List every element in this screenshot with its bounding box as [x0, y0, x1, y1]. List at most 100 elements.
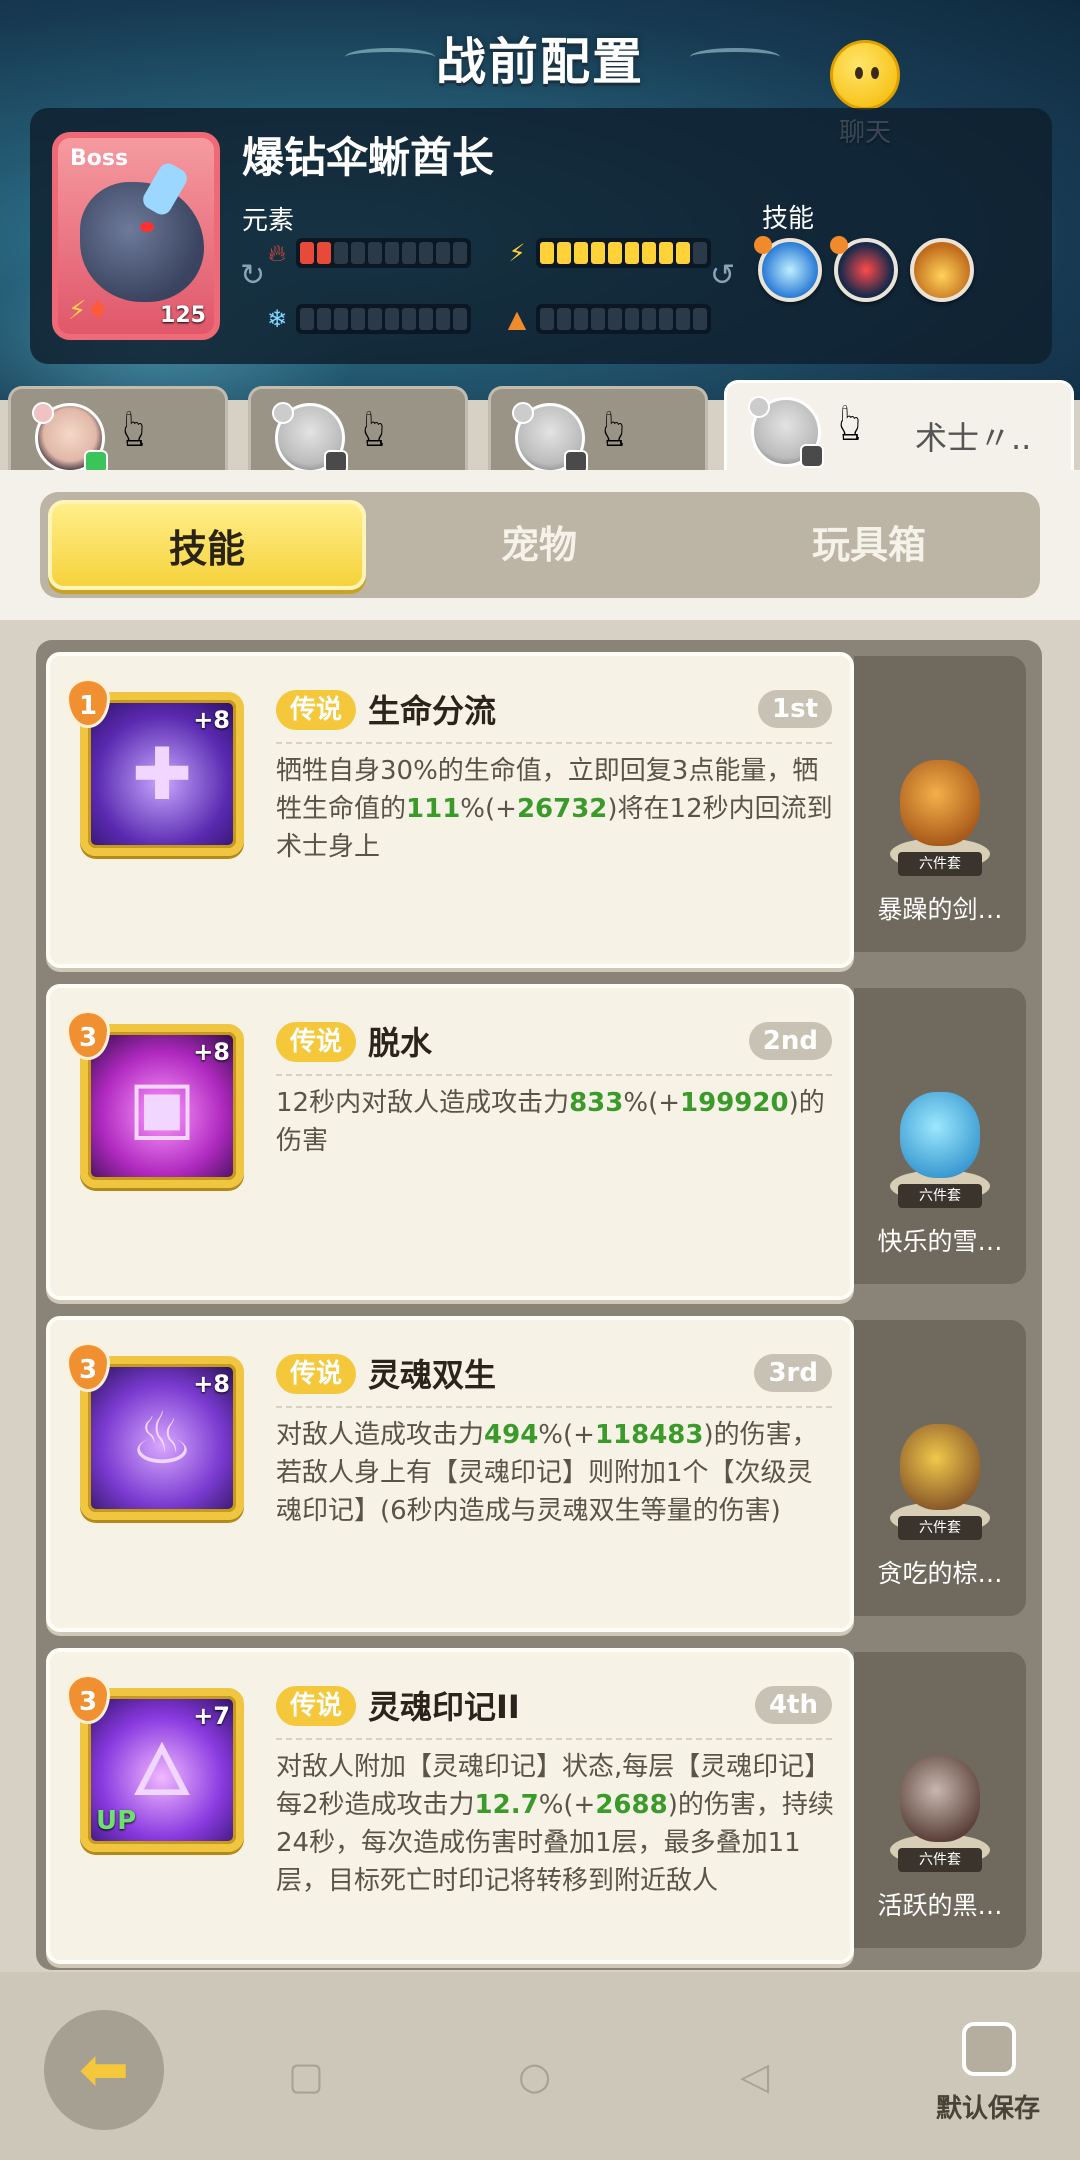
character-tab-4[interactable]: 👆︎ 术士〃.. [724, 380, 1074, 484]
pet-figure: 六件套 [884, 1742, 994, 1872]
element-bar-segment [368, 242, 382, 264]
character-tab-3[interactable]: 👆︎ [488, 386, 708, 482]
boss-info-panel: Boss ⚡♦ 125 爆钻伞蜥酋长 元素 技能 🔥︎ ⚡ ❄ ▲ ↻ ↺ [30, 108, 1052, 364]
element-bar-segment [300, 308, 314, 330]
element-bar-segment [557, 242, 571, 264]
element-bar-segment [368, 308, 382, 330]
boss-skills-label: 技能 [762, 204, 815, 234]
pet-slot[interactable]: 六件套 快乐的雪… [854, 988, 1026, 1284]
skill-card[interactable]: ♨ 3 +8 传说 灵魂双生 3rd 对敌人造成攻击力494%(+118483)… [46, 1316, 854, 1632]
element-bar-segment [351, 308, 365, 330]
tier-badge: 传说 [276, 690, 357, 730]
tab-toybox[interactable]: 玩具箱 [710, 500, 1028, 590]
back-arrow-icon: ⬅ [78, 2035, 130, 2105]
fire-icon: 🔥︎ [268, 239, 286, 267]
default-save-label: 默认保存 [936, 2094, 1041, 2124]
rank-badge: 1st [758, 690, 832, 728]
element-bar-segment [608, 308, 622, 330]
element-bar-segment [300, 242, 314, 264]
element-bar-segment [608, 242, 622, 264]
upgrade-indicator: UP [96, 1806, 137, 1836]
element-bar [536, 304, 711, 334]
nav-home-icon[interactable]: ○ [518, 2054, 551, 2098]
divider [276, 1406, 832, 1408]
rank-badge: 2nd [748, 1022, 832, 1060]
element-bar-segment [676, 242, 690, 264]
element-bar-segment [625, 242, 639, 264]
boss-creature-image [80, 182, 204, 302]
class-badge-icon [32, 402, 54, 424]
pet-figure: 六件套 [884, 1410, 994, 1540]
pet-set-label: 六件套 [898, 1184, 982, 1208]
skill-card[interactable]: 🜂︎ 3 +7 UP 传说 灵魂印记II 4th 对敌人附加【灵魂印记】状态,每… [46, 1648, 854, 1964]
element-lightning-row: ⚡ [504, 238, 711, 268]
boss-skill-crown-icon[interactable] [910, 238, 974, 302]
character-tabs: 👆︎ 👆︎ 👆︎ 👆︎ 术士〃.. [0, 380, 1080, 484]
cycle-arrow-icon: ↻ [240, 258, 266, 293]
skill-title: 灵魂印记II [368, 1688, 520, 1726]
character-tab-2[interactable]: 👆︎ [248, 386, 468, 482]
rank-badge: 3rd [754, 1354, 832, 1392]
element-bar-segment [642, 308, 656, 330]
skill-icon-soul-twin: ♨ 3 +8 [66, 1342, 244, 1520]
pet-set-label: 六件套 [898, 1848, 982, 1872]
class-badge-icon [272, 402, 294, 424]
pet-figure: 六件套 [884, 1078, 994, 1208]
tier-badge: 传说 [276, 1686, 357, 1726]
divider [276, 1738, 832, 1740]
skill-card[interactable]: ▣ 3 +8 传说 脱水 2nd 12秒内对敌人造成攻击力833%(+19992… [46, 984, 854, 1300]
tap-hand-icon: 👆︎ [839, 393, 862, 453]
element-bar-segment [385, 308, 399, 330]
element-bar-segment [540, 308, 554, 330]
skill-title: 脱水 [368, 1024, 433, 1062]
pet-slot[interactable]: 六件套 暴躁的剑… [854, 656, 1026, 952]
pet-slot[interactable]: 六件套 贪吃的棕… [854, 1320, 1026, 1616]
character-tab-1[interactable]: 👆︎ [8, 386, 228, 482]
nav-back-icon[interactable]: ◁ [740, 2054, 769, 2098]
tab-pets[interactable]: 宠物 [380, 500, 698, 590]
chat-status-icon [800, 444, 824, 468]
element-bar-segment [659, 308, 673, 330]
skill-icon-soul-mark: 🜂︎ 3 +7 UP [66, 1674, 244, 1852]
skill-title: 灵魂双生 [368, 1356, 497, 1394]
element-bar-segment [453, 242, 467, 264]
header-background: 战前配置 聊天 Boss ⚡♦ 125 爆钻伞蜥酋长 元素 技能 🔥︎ ⚡ ❄ … [0, 0, 1080, 400]
element-bar-segment [317, 308, 331, 330]
skill-icon-dehydrate: ▣ 3 +8 [66, 1010, 244, 1188]
ice-icon: ❄ [266, 305, 288, 333]
elements-label: 元素 [242, 206, 295, 236]
boss-name: 爆钻伞蜥酋长 [242, 133, 495, 182]
element-bar-segment [591, 308, 605, 330]
default-save-checkbox[interactable] [962, 2022, 1016, 2076]
element-bar-segment [334, 242, 348, 264]
boss-skill-ice-burst-icon[interactable] [754, 236, 822, 302]
element-bar-segment [574, 242, 588, 264]
element-bar-segment [402, 242, 416, 264]
element-bar [296, 238, 471, 268]
pet-slot[interactable]: 六件套 活跃的黑… [854, 1652, 1026, 1948]
boss-portrait[interactable]: Boss ⚡♦ 125 [52, 132, 220, 340]
skill-description: 对敌人造成攻击力494%(+118483)的伤害，若敌人身上有【灵魂印记】则附加… [276, 1420, 818, 1526]
skill-card[interactable]: ✚ 1 +8 传说 生命分流 1st 牺牲自身30%的生命值，立即回复3点能量，… [46, 652, 854, 968]
pet-set-label: 六件套 [898, 852, 982, 876]
tier-badge: 传说 [276, 1022, 357, 1062]
element-bar-segment [693, 242, 707, 264]
element-bar-segment [419, 308, 433, 330]
element-bar-segment [693, 308, 707, 330]
tab-skills[interactable]: 技能 [48, 500, 366, 590]
element-bar-segment [659, 242, 673, 264]
skill-title: 生命分流 [368, 692, 497, 730]
element-bar-segment [436, 308, 450, 330]
avatar [32, 402, 108, 474]
nav-recents-icon[interactable]: ▢ [288, 2054, 324, 2098]
element-bar-segment [557, 308, 571, 330]
element-bar-segment [317, 242, 331, 264]
tap-hand-icon: 👆︎ [123, 399, 146, 459]
element-bar-segment [436, 242, 450, 264]
boss-skill-bird-icon[interactable] [830, 236, 898, 302]
pet-name: 活跃的黑… [877, 1891, 1003, 1920]
back-button[interactable]: ⬅ [44, 2010, 164, 2130]
category-tabs-area: 技能 宠物 玩具箱 [0, 470, 1080, 620]
element-bar-segment [385, 242, 399, 264]
pet-figure: 六件套 [884, 746, 994, 876]
